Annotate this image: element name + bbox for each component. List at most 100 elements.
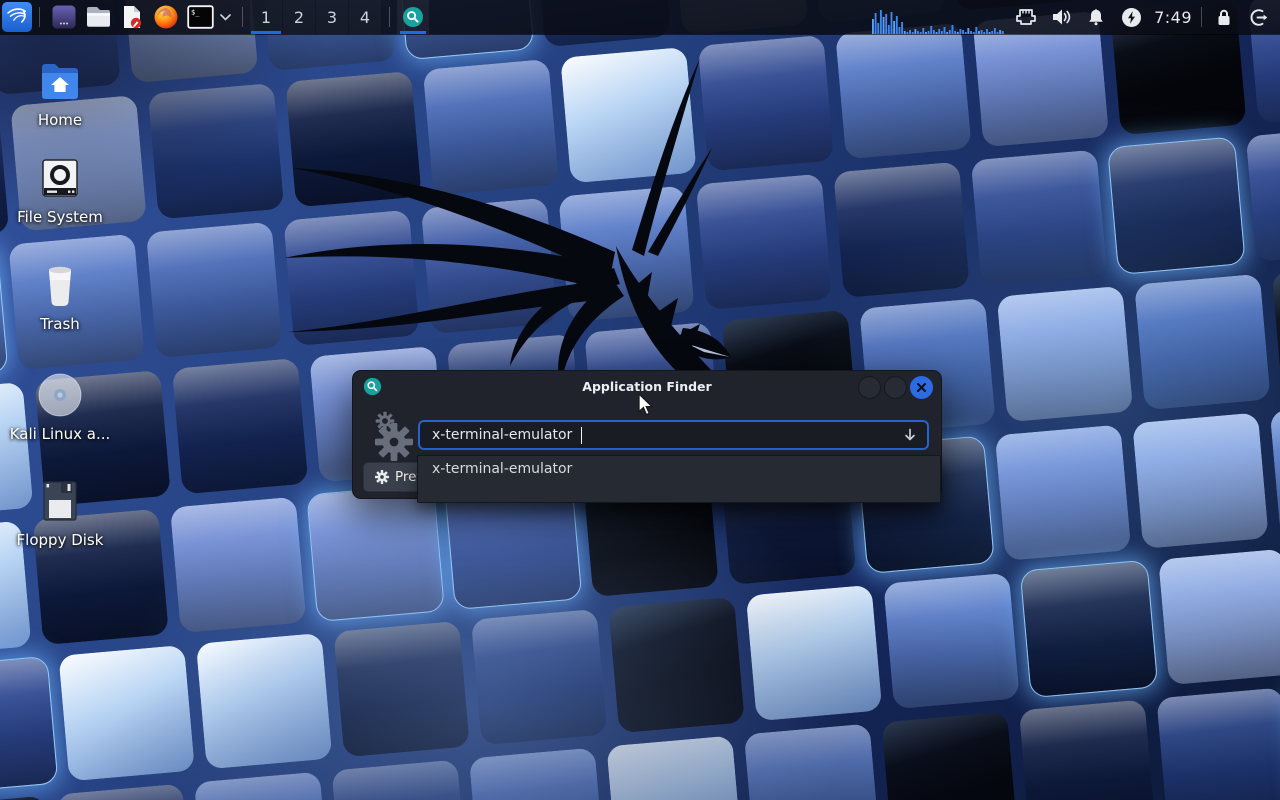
applications-menu-button[interactable] — [2, 2, 32, 32]
cube — [883, 573, 1020, 710]
desktop-icon-label: Floppy Disk — [17, 531, 104, 549]
maximize-button[interactable] — [884, 376, 907, 399]
trash-icon — [37, 260, 83, 310]
workspace-3[interactable]: 3 — [316, 0, 348, 34]
dropdown-arrow-icon[interactable] — [903, 428, 917, 442]
kali-desktop: { "panel": { "menu_tooltip": "Kali menu"… — [0, 0, 1280, 800]
active-task-underline — [400, 31, 426, 34]
desktop-icon-trash[interactable]: Trash — [8, 260, 112, 333]
launcher-dropdown-button[interactable] — [217, 1, 233, 33]
cube — [1132, 412, 1269, 549]
cpu-load-graph[interactable] — [872, 0, 1004, 34]
text-editor-launcher-button[interactable] — [117, 1, 147, 33]
desktop-icon-floppy-disk[interactable]: Floppy Disk — [8, 476, 112, 549]
panel-separator — [242, 7, 243, 27]
cube — [146, 222, 283, 359]
cube — [469, 747, 606, 800]
clock[interactable]: 7:49 — [1154, 8, 1192, 27]
speaker-icon — [1050, 7, 1072, 27]
power-battery-icon — [1121, 7, 1142, 28]
cube — [1246, 125, 1280, 262]
cube — [0, 657, 57, 794]
taskbar-application-finder[interactable] — [397, 0, 429, 34]
cube — [331, 760, 468, 800]
application-finder-icon — [363, 377, 382, 396]
network-tray-button[interactable] — [1013, 0, 1039, 34]
gear-icon — [375, 470, 389, 484]
panel-separator — [1201, 7, 1202, 27]
cube — [421, 198, 558, 335]
cube — [58, 645, 195, 782]
cube — [835, 23, 972, 160]
cube — [56, 784, 193, 800]
desktop-icon-file-system[interactable]: File System — [8, 153, 112, 226]
cube — [608, 597, 745, 734]
ethernet-icon — [1015, 7, 1037, 27]
desktop-icon-label: Home — [38, 111, 82, 129]
cube — [971, 149, 1108, 286]
desktop-icon-home[interactable]: Home — [8, 56, 112, 129]
cube — [148, 83, 285, 220]
cube — [1272, 262, 1280, 399]
cube — [194, 772, 331, 800]
cube — [746, 585, 883, 722]
logout-button[interactable] — [1246, 0, 1272, 34]
lock-icon — [1214, 7, 1234, 28]
cube — [744, 723, 881, 800]
firefox-launcher-button[interactable] — [151, 1, 181, 33]
top-panel: $_ 1 2 3 4 — [0, 0, 1280, 34]
close-icon — [917, 383, 926, 392]
desktop-icon-kali-linux-cd[interactable]: Kali Linux a... — [8, 370, 112, 443]
search-input-value: x-terminal-emulator — [432, 427, 572, 443]
cube — [172, 358, 309, 495]
completion-popup: x-terminal-emulator — [417, 455, 941, 503]
desktop-icon-label: Kali Linux a... — [10, 425, 111, 443]
notifications-tray-button[interactable] — [1083, 0, 1109, 34]
cube — [1021, 561, 1158, 698]
xterm-launcher-button[interactable]: $_ — [185, 1, 215, 33]
cube — [307, 485, 444, 622]
file-manager-launcher-button[interactable] — [83, 1, 113, 33]
workspace-4[interactable]: 4 — [349, 0, 381, 34]
cube — [606, 735, 743, 800]
cube — [1158, 549, 1280, 686]
panel-right: 7:49 — [872, 0, 1280, 34]
chevron-down-icon — [220, 14, 231, 21]
cube — [0, 246, 7, 383]
desktop-icon-label: Trash — [40, 315, 80, 333]
workspace-2[interactable]: 2 — [283, 0, 315, 34]
workspace-1[interactable]: 1 — [250, 0, 282, 34]
workspace-4-label: 4 — [360, 8, 370, 27]
active-workspace-underline — [251, 31, 281, 34]
cube — [423, 59, 560, 196]
power-manager-tray-button[interactable] — [1118, 0, 1144, 34]
volume-tray-button[interactable] — [1048, 0, 1074, 34]
logout-icon — [1249, 7, 1270, 28]
titlebar[interactable]: Application Finder — [353, 371, 941, 401]
close-button[interactable] — [910, 376, 933, 399]
xterm-icon: $_ — [187, 5, 214, 29]
completion-item[interactable]: x-terminal-emulator — [418, 456, 940, 482]
cube — [1270, 400, 1280, 537]
floppy-disk-icon — [37, 476, 83, 526]
terminal-launcher-button[interactable] — [49, 1, 79, 33]
cube — [333, 621, 470, 758]
gears-icon — [365, 405, 417, 459]
lock-screen-button[interactable] — [1211, 0, 1237, 34]
cube — [1108, 137, 1245, 274]
cube — [997, 286, 1134, 423]
text-caret — [581, 427, 582, 444]
search-input[interactable]: x-terminal-emulator — [418, 420, 929, 450]
cube — [170, 497, 307, 634]
cube — [881, 711, 1018, 800]
cube — [833, 162, 970, 299]
desktop-icon-label: File System — [17, 208, 103, 226]
optical-disc-icon — [36, 370, 84, 420]
cube — [196, 633, 333, 770]
svg-text:$_: $_ — [191, 9, 200, 17]
cube — [995, 424, 1132, 561]
cube — [471, 609, 608, 746]
terminal-icon — [51, 4, 77, 30]
minimize-button[interactable] — [858, 376, 881, 399]
cube — [560, 47, 697, 184]
